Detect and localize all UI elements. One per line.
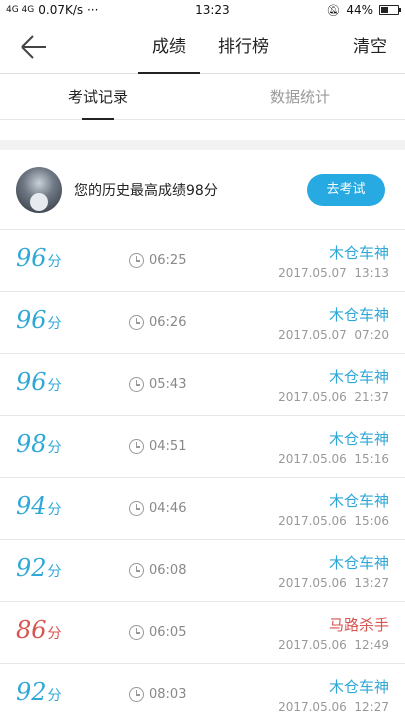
list-item[interactable]: 94分 04:46 木仓车神 2017.05.06 15:06 — [0, 478, 405, 540]
take-exam-button[interactable]: 去考试 — [307, 174, 385, 206]
exam-duration: 08:03 — [149, 687, 187, 702]
exam-duration: 04:46 — [149, 501, 187, 516]
score-number: 86 — [16, 616, 47, 644]
score-unit: 分 — [47, 502, 62, 518]
network-indicator: 4G 4G — [6, 5, 35, 15]
score-unit: 分 — [47, 378, 62, 394]
exam-datetime: 2017.05.06 15:06 — [278, 514, 389, 528]
list-item[interactable]: 86分 06:05 马路杀手 2017.05.06 12:49 — [0, 602, 405, 664]
list-item[interactable]: 92分 06:08 木仓车神 2017.05.06 13:27 — [0, 540, 405, 602]
score-number: 92 — [16, 554, 47, 582]
exam-datetime: 2017.05.06 21:37 — [278, 390, 389, 404]
clock-time: 13:23 — [195, 3, 230, 17]
rank-title: 木仓车神 — [328, 244, 389, 262]
score-value: 94分 — [16, 492, 62, 520]
exam-datetime: 2017.05.06 12:49 — [278, 638, 389, 652]
section-divider — [0, 140, 405, 150]
exam-duration: 06:05 — [149, 625, 187, 640]
exam-duration: 04:51 — [149, 439, 187, 454]
rank-title: 木仓车神 — [328, 368, 389, 386]
score-value: 96分 — [16, 244, 62, 272]
score-number: 92 — [16, 678, 47, 706]
status-left: 4G 4G 0.07K/s ··· — [6, 3, 98, 17]
score-value: 92分 — [16, 678, 62, 706]
tab-leaderboard[interactable]: 排行榜 — [212, 20, 275, 74]
battery-percent: 44% — [346, 3, 373, 17]
score-number: 96 — [16, 368, 47, 396]
network-speed: 0.07K/s ··· — [38, 3, 99, 17]
score-unit: 分 — [47, 626, 62, 642]
list-item[interactable]: 92分 08:03 木仓车神 2017.05.06 12:27 — [0, 664, 405, 720]
top-navigation: 成绩 排行榜 清空 — [0, 20, 405, 74]
score-value: 96分 — [16, 306, 62, 334]
tab-exam-records[interactable]: 考试记录 — [68, 74, 128, 120]
clock-icon — [129, 625, 144, 640]
rank-title: 木仓车神 — [328, 306, 389, 324]
clear-button[interactable]: 清空 — [353, 20, 387, 74]
tab-score[interactable]: 成绩 — [138, 20, 200, 74]
rank-title: 木仓车神 — [328, 554, 389, 572]
exam-duration: 06:26 — [149, 315, 187, 330]
clock-icon — [129, 377, 144, 392]
score-number: 96 — [16, 306, 47, 334]
clock-icon — [129, 501, 144, 516]
exam-datetime: 2017.05.07 07:20 — [278, 328, 389, 342]
rank-title: 木仓车神 — [328, 678, 389, 696]
arrow-left-icon — [21, 35, 46, 59]
score-value: 86分 — [16, 616, 62, 644]
score-unit: 分 — [47, 254, 62, 270]
spacer — [0, 120, 405, 140]
best-score-card: 您的历史最高成绩98分 去考试 — [0, 150, 405, 230]
rank-title: 木仓车神 — [328, 430, 389, 448]
exam-duration: 06:08 — [149, 563, 187, 578]
record-list: 96分 06:25 木仓车神 2017.05.07 13:13 96分 06:26 木仓车神… — [0, 230, 405, 720]
rank-title: 马路杀手 — [328, 616, 389, 634]
best-score-text: 您的历史最高成绩98分 — [74, 183, 218, 199]
score-number: 94 — [16, 492, 47, 520]
score-value: 98分 — [16, 430, 62, 458]
exam-datetime: 2017.05.06 13:27 — [278, 576, 389, 590]
list-item[interactable]: 96分 06:25 木仓车神 2017.05.07 13:13 — [0, 230, 405, 292]
exam-duration: 05:43 — [149, 377, 187, 392]
score-number: 96 — [16, 244, 47, 272]
status-bar: 4G 4G 0.07K/s ··· 13:23 🔕︎ 44% — [0, 0, 405, 20]
exam-datetime: 2017.05.06 15:16 — [278, 452, 389, 466]
exam-duration: 06:25 — [149, 253, 187, 268]
score-unit: 分 — [47, 688, 62, 704]
list-item[interactable]: 96分 06:26 木仓车神 2017.05.07 07:20 — [0, 292, 405, 354]
bell-off-icon: 🔕︎ — [326, 3, 341, 17]
exam-datetime: 2017.05.06 12:27 — [278, 700, 389, 714]
score-unit: 分 — [47, 316, 62, 332]
score-value: 92分 — [16, 554, 62, 582]
back-button[interactable] — [18, 32, 50, 62]
clock-icon — [129, 253, 144, 268]
clock-icon — [129, 687, 144, 702]
clock-icon — [129, 315, 144, 330]
battery-fill — [380, 7, 389, 13]
avatar[interactable] — [16, 167, 62, 213]
sub-tabs: 考试记录 数据统计 — [0, 74, 405, 120]
score-unit: 分 — [47, 440, 62, 456]
exam-datetime: 2017.05.07 13:13 — [278, 266, 389, 280]
battery-icon — [378, 5, 401, 15]
tab-statistics[interactable]: 数据统计 — [270, 74, 330, 120]
list-item[interactable]: 96分 05:43 木仓车神 2017.05.06 21:37 — [0, 354, 405, 416]
rank-title: 木仓车神 — [328, 492, 389, 510]
score-number: 98 — [16, 430, 47, 458]
list-item[interactable]: 98分 04:51 木仓车神 2017.05.06 15:16 — [0, 416, 405, 478]
status-right: 🔕︎ 44% — [326, 3, 401, 17]
clock-icon — [129, 563, 144, 578]
clock-icon — [129, 439, 144, 454]
score-value: 96分 — [16, 368, 62, 396]
score-unit: 分 — [47, 564, 62, 580]
